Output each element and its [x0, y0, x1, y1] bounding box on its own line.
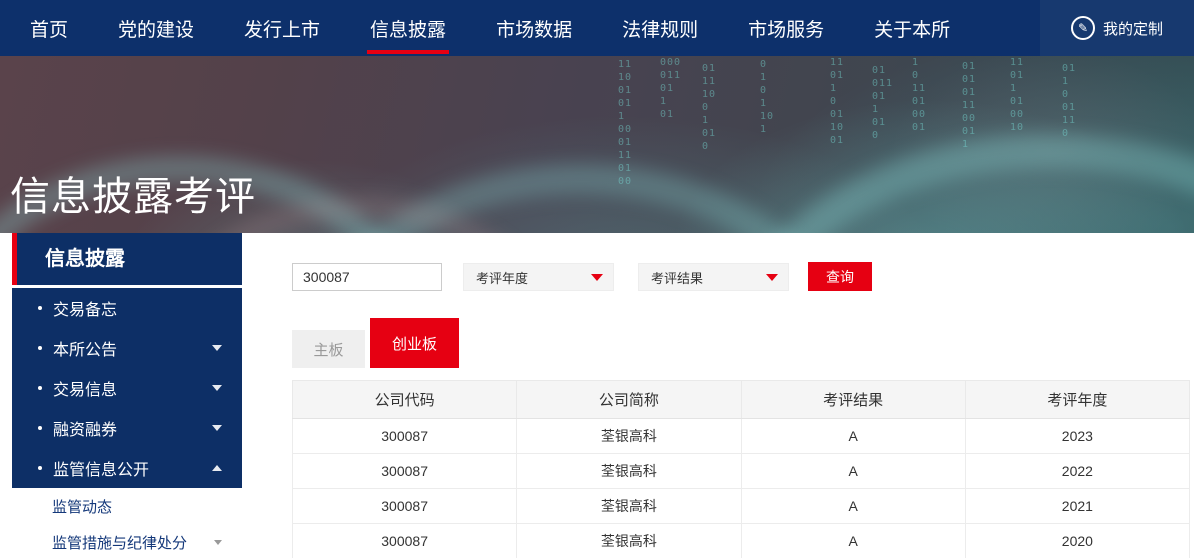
my-customization-label: 我的定制 — [1103, 18, 1163, 39]
bullet-dot-icon — [38, 306, 42, 310]
cell-evaluation-year: 2022 — [965, 454, 1189, 489]
sidebar-item-label: 本所公告 — [53, 336, 212, 360]
cell-evaluation-result: A — [741, 454, 965, 489]
binary-digits-decoration: 11 10 01 01 1 00 01 11 01 00 — [618, 58, 632, 188]
page-title: 信息披露考评 — [10, 164, 256, 222]
cell-evaluation-year: 2021 — [965, 489, 1189, 524]
cell-company-code: 300087 — [293, 489, 517, 524]
cell-company-name: 荃银高科 — [517, 489, 741, 524]
nav-item-home[interactable]: 首页 — [30, 0, 68, 56]
evaluation-results-table: 公司代码 公司简称 考评结果 考评年度 300087 荃银高科 A 2023 3… — [292, 380, 1190, 558]
sidebar-subitem-label: 监管措施与纪律处分 — [52, 532, 214, 553]
table-row: 300087 荃银高科 A 2023 — [293, 419, 1190, 454]
sidebar-item-label: 融资融券 — [53, 416, 212, 440]
evaluation-result-value: 考评结果 — [651, 268, 766, 287]
chevron-up-icon — [212, 465, 222, 471]
cell-evaluation-year: 2020 — [965, 524, 1189, 558]
hero-arc — [300, 164, 860, 233]
chevron-down-icon — [766, 274, 778, 281]
sidebar-submenu: 监管动态 监管措施与纪律处分 — [12, 488, 242, 558]
cell-evaluation-result: A — [741, 524, 965, 558]
nav-item-market-services[interactable]: 市场服务 — [748, 0, 824, 56]
hero-banner: 11 10 01 01 1 00 01 11 01 00 000 011 01 … — [0, 56, 1194, 233]
column-header-company-name: 公司简称 — [517, 381, 741, 419]
sidebar-item-label: 交易备忘 — [53, 296, 222, 320]
nav-item-listing[interactable]: 发行上市 — [244, 0, 320, 56]
bullet-dot-icon — [38, 386, 42, 390]
chevron-down-icon — [214, 540, 222, 545]
table-row: 300087 荃银高科 A 2021 — [293, 489, 1190, 524]
nav-item-about[interactable]: 关于本所 — [874, 0, 950, 56]
sidebar-subitem-regulatory-news[interactable]: 监管动态 — [12, 488, 242, 524]
sidebar-item-label: 监管信息公开 — [53, 456, 212, 480]
binary-digits-decoration: 01 11 10 0 1 01 0 — [702, 62, 716, 153]
table-header-row: 公司代码 公司简称 考评结果 考评年度 — [293, 381, 1190, 419]
binary-digits-decoration: 000 011 01 1 01 — [660, 56, 681, 121]
sidebar-title: 信息披露 — [12, 233, 242, 285]
sidebar-item-regulatory-disclosure[interactable]: 监管信息公开 — [12, 448, 242, 488]
column-header-evaluation-result: 考评结果 — [741, 381, 965, 419]
binary-digits-decoration: 11 01 1 0 01 10 01 — [830, 56, 844, 147]
sidebar-item-exchange-announcements[interactable]: 本所公告 — [12, 328, 242, 368]
tab-chinext-board[interactable]: 创业板 — [370, 318, 459, 368]
sidebar-subitem-regulatory-measures[interactable]: 监管措施与纪律处分 — [12, 524, 242, 558]
sidebar-menu: 交易备忘 本所公告 交易信息 融资融券 监管信息公开 — [12, 288, 242, 488]
bullet-dot-icon — [38, 346, 42, 350]
binary-digits-decoration: 01 011 01 1 01 0 — [872, 64, 893, 142]
sidebar-item-trading-memo[interactable]: 交易备忘 — [12, 288, 242, 328]
cell-company-name: 荃银高科 — [517, 454, 741, 489]
binary-digits-decoration: 11 01 1 01 00 10 — [1010, 56, 1024, 134]
binary-digits-decoration: 01 01 01 11 00 01 1 — [962, 60, 976, 151]
cell-company-name: 荃银高科 — [517, 419, 741, 454]
chevron-down-icon — [591, 274, 603, 281]
chevron-down-icon — [212, 385, 222, 391]
nav-item-disclosure[interactable]: 信息披露 — [370, 0, 446, 56]
binary-digits-decoration: 1 0 11 01 00 01 — [912, 56, 926, 134]
cell-company-name: 荃银高科 — [517, 524, 741, 558]
cell-company-code: 300087 — [293, 419, 517, 454]
nav-item-party-building[interactable]: 党的建设 — [118, 0, 194, 56]
binary-digits-decoration: 01 1 0 01 11 0 — [1062, 62, 1076, 140]
evaluation-year-select[interactable]: 考评年度 — [463, 263, 614, 291]
sidebar-item-label: 交易信息 — [53, 376, 212, 400]
binary-digits-decoration: 0 1 0 1 10 1 — [760, 58, 774, 136]
cell-company-code: 300087 — [293, 524, 517, 558]
sidebar-item-margin-trading[interactable]: 融资融券 — [12, 408, 242, 448]
column-header-evaluation-year: 考评年度 — [965, 381, 1189, 419]
top-navigation: 首页 党的建设 发行上市 信息披露 市场数据 法律规则 市场服务 关于本所 — [0, 0, 1194, 56]
chevron-down-icon — [212, 345, 222, 351]
bullet-dot-icon — [38, 466, 42, 470]
bullet-dot-icon — [38, 426, 42, 430]
search-button[interactable]: 查询 — [808, 262, 872, 291]
pencil-circle-icon: ✎ — [1071, 16, 1095, 40]
chevron-down-icon — [212, 425, 222, 431]
my-customization-button[interactable]: ✎ 我的定制 — [1040, 0, 1194, 56]
column-header-company-code: 公司代码 — [293, 381, 517, 419]
evaluation-year-value: 考评年度 — [476, 268, 591, 287]
nav-item-market-data[interactable]: 市场数据 — [496, 0, 572, 56]
cell-company-code: 300087 — [293, 454, 517, 489]
sidebar-item-trading-info[interactable]: 交易信息 — [12, 368, 242, 408]
nav-item-rules[interactable]: 法律规则 — [622, 0, 698, 56]
cell-evaluation-result: A — [741, 419, 965, 454]
table-row: 300087 荃银高科 A 2020 — [293, 524, 1190, 558]
cell-evaluation-result: A — [741, 489, 965, 524]
cell-evaluation-year: 2023 — [965, 419, 1189, 454]
sidebar-subitem-label: 监管动态 — [52, 496, 222, 517]
hero-arc — [720, 134, 1194, 233]
table-row: 300087 荃银高科 A 2022 — [293, 454, 1190, 489]
tab-main-board[interactable]: 主板 — [292, 330, 365, 368]
company-code-input[interactable] — [292, 263, 442, 291]
evaluation-result-select[interactable]: 考评结果 — [638, 263, 789, 291]
